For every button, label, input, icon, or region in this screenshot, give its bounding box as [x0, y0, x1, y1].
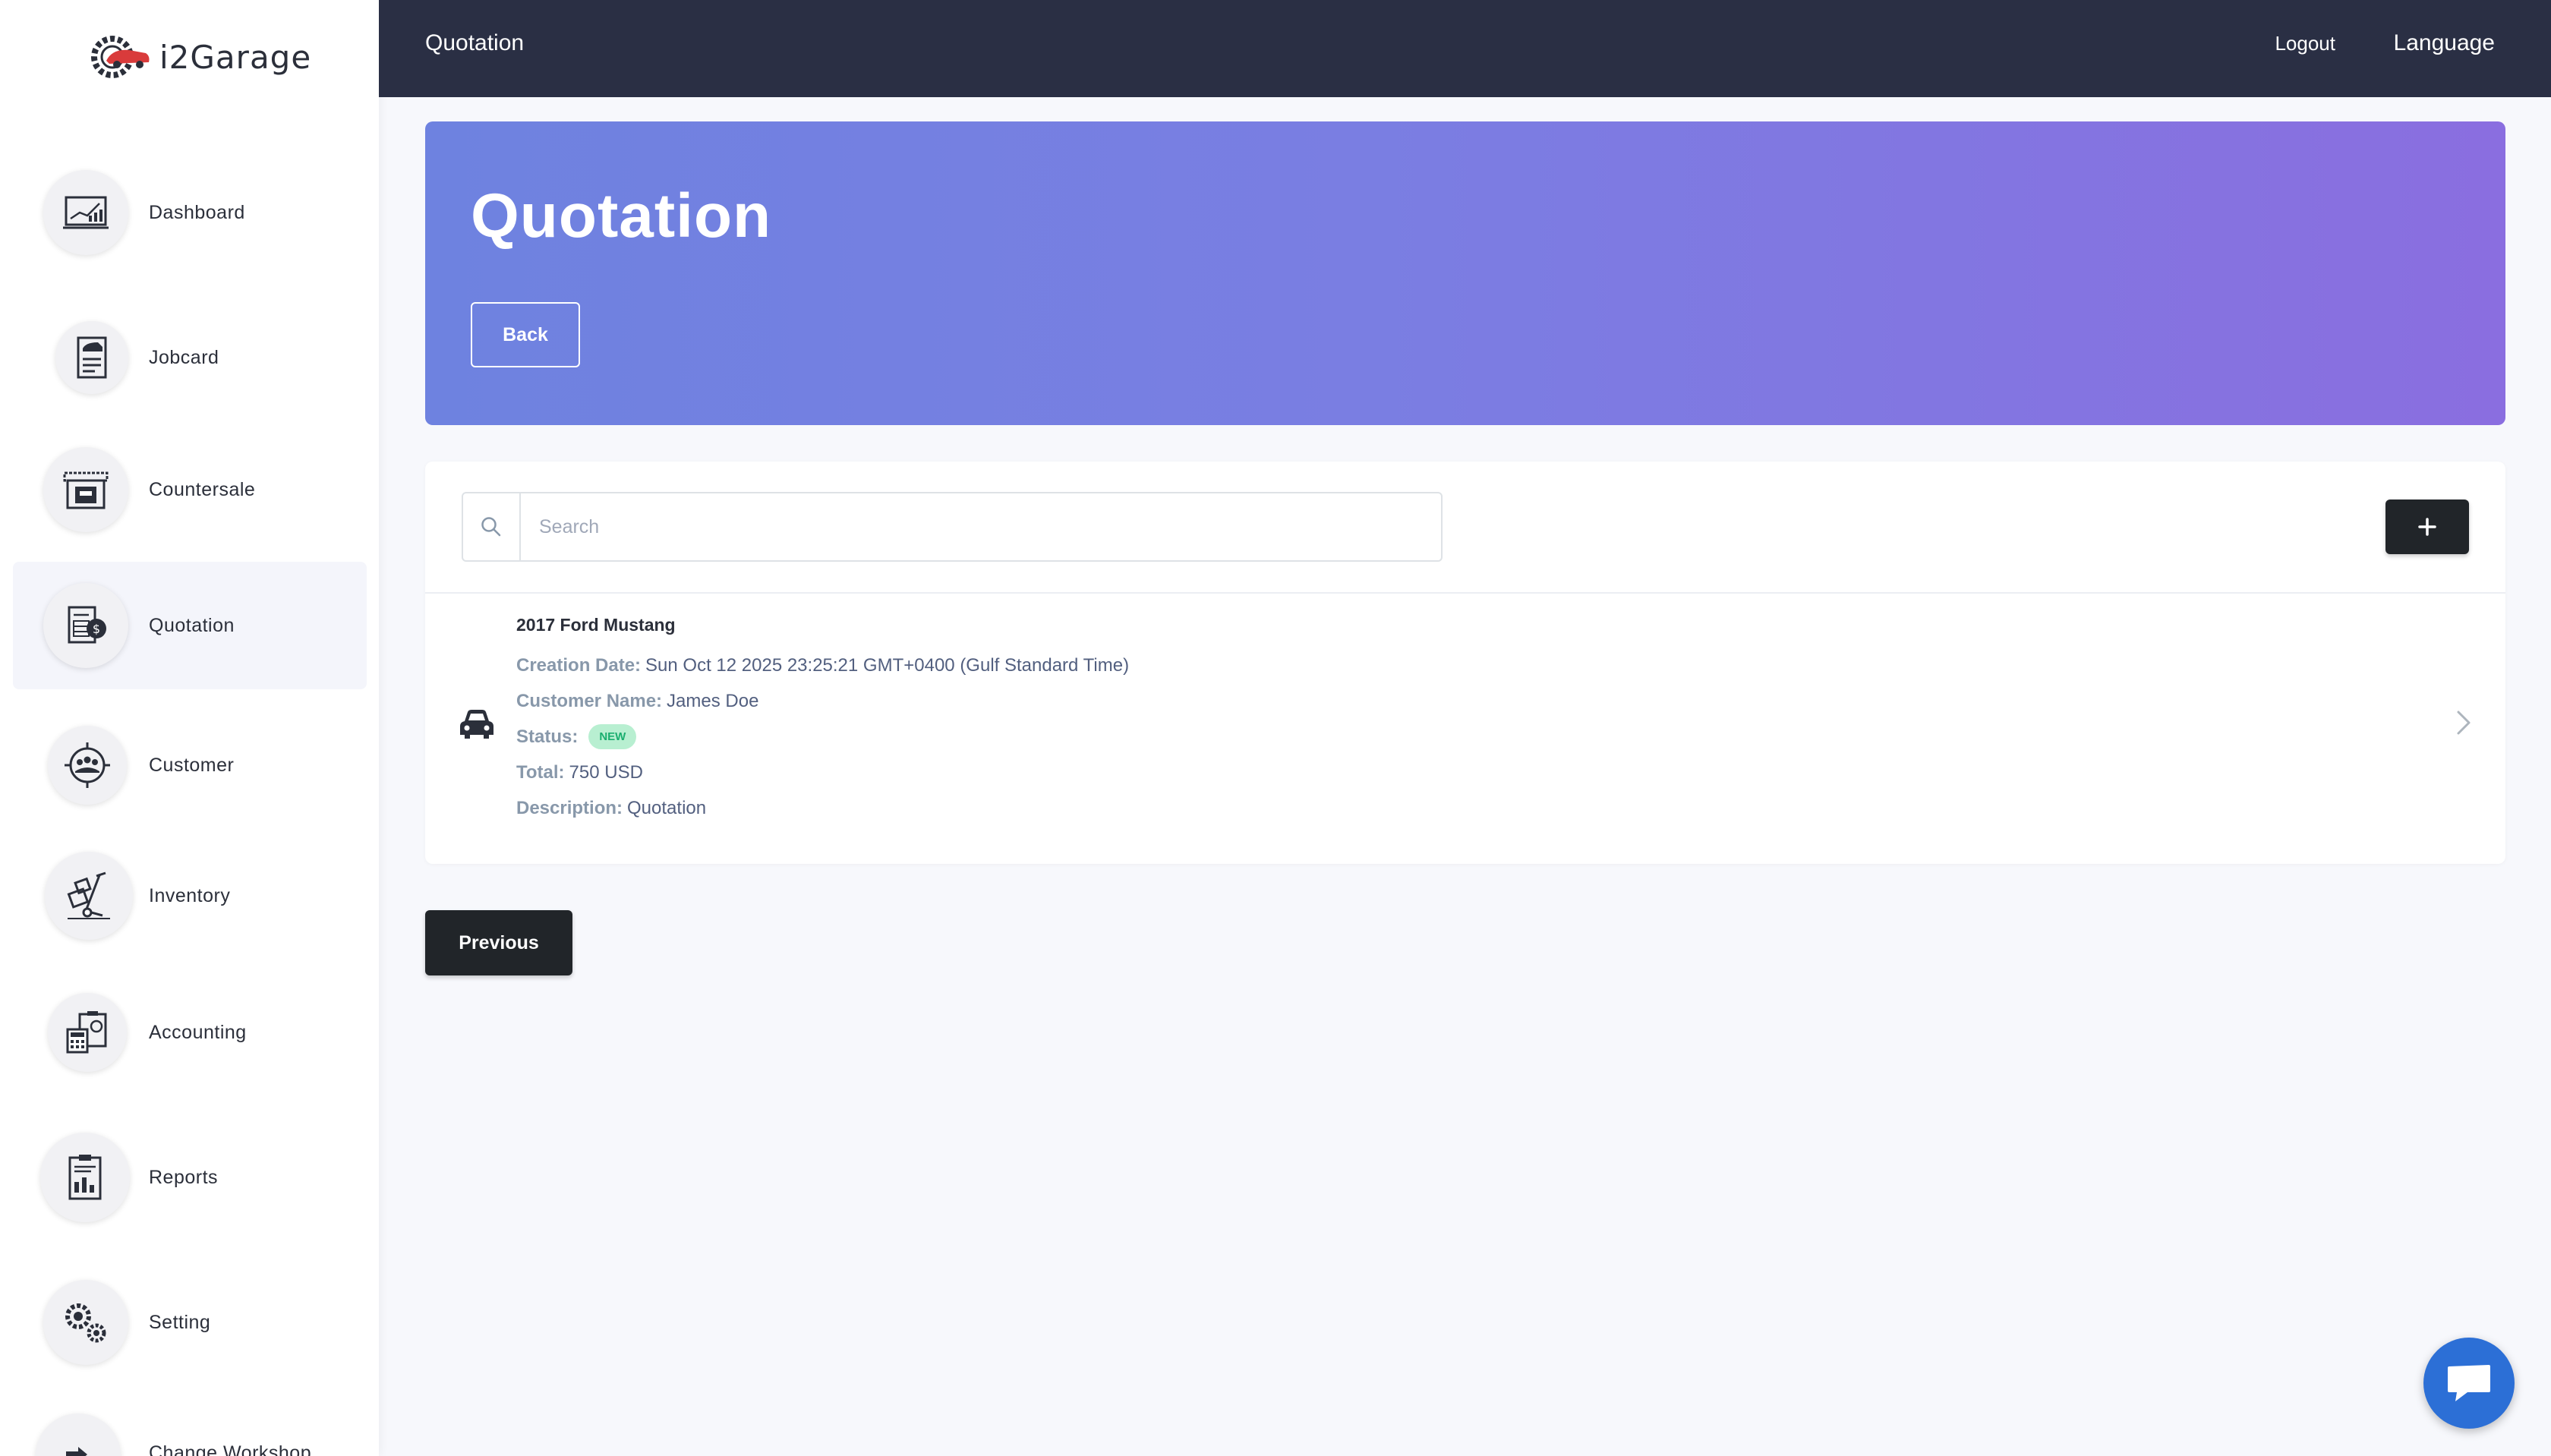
- customer-name-row: Customer Name: James Doe: [516, 683, 1129, 719]
- plus-icon: [2418, 518, 2436, 536]
- brand-name: i2Garage: [159, 38, 312, 76]
- change-workshop-icon: [36, 1413, 121, 1456]
- sidebar-item-label: Dashboard: [149, 201, 245, 223]
- sidebar-item-change-workshop[interactable]: Change Workshop: [13, 1392, 367, 1456]
- sidebar-item-setting[interactable]: Setting: [13, 1259, 367, 1386]
- description-label: Description:: [516, 797, 623, 818]
- chat-bubble-icon: [2448, 1365, 2490, 1401]
- jobcard-icon: [55, 321, 128, 394]
- quotation-list-card: 2017 Ford Mustang Creation Date: Sun Oct…: [425, 462, 2505, 864]
- back-button[interactable]: Back: [471, 302, 580, 367]
- sidebar-item-dashboard[interactable]: Dashboard: [13, 149, 367, 276]
- brand[interactable]: i2Garage: [90, 30, 311, 84]
- search-box: [462, 492, 1443, 562]
- quotation-details: 2017 Ford Mustang Creation Date: Sun Oct…: [516, 615, 1129, 826]
- status-badge: NEW: [588, 724, 637, 749]
- creation-date-row: Creation Date: Sun Oct 12 2025 23:25:21 …: [516, 648, 1129, 683]
- page-header-banner: Quotation Back: [425, 121, 2505, 425]
- total-row: Total: 750 USD: [516, 755, 1129, 790]
- description-value: Quotation: [627, 797, 707, 818]
- logout-link[interactable]: Logout: [2275, 32, 2335, 55]
- quotation-vehicle-title: 2017 Ford Mustang: [516, 615, 676, 635]
- sidebar-item-label: Reports: [149, 1166, 219, 1188]
- sidebar-item-label: Customer: [149, 754, 235, 776]
- creation-date-label: Creation Date:: [516, 654, 642, 676]
- previous-page-button[interactable]: Previous: [425, 910, 572, 975]
- search-input[interactable]: [521, 493, 1441, 560]
- sidebar-item-customer[interactable]: Customer: [13, 701, 367, 829]
- hand-truck-icon: [45, 852, 133, 940]
- shop-counter-icon: [43, 447, 128, 532]
- i2garage-logo-icon: [91, 36, 150, 78]
- svg-text:$: $: [93, 622, 100, 636]
- sidebar-item-inventory[interactable]: Inventory: [13, 832, 367, 960]
- sidebar: i2Garage Dashboard Jobcard Countersale $…: [0, 0, 379, 1456]
- page-title: Quotation: [471, 181, 772, 251]
- sidebar-item-accounting[interactable]: Accounting: [13, 969, 367, 1096]
- chat-widget-button[interactable]: [2423, 1338, 2515, 1429]
- sidebar-item-label: Inventory: [149, 884, 231, 906]
- sidebar-item-quotation[interactable]: $ Quotation: [13, 562, 367, 689]
- dashboard-chart-icon: [43, 170, 128, 255]
- chevron-right-icon: [2457, 711, 2471, 735]
- customer-name-label: Customer Name:: [516, 690, 663, 711]
- quotation-document-icon: $: [43, 583, 128, 668]
- gears-icon: [43, 1280, 128, 1365]
- sidebar-item-reports[interactable]: Reports: [13, 1114, 367, 1241]
- language-selector[interactable]: Language: [2394, 30, 2495, 56]
- sidebar-item-label: Jobcard: [149, 346, 219, 368]
- top-navbar: Quotation Logout Language: [379, 0, 2551, 97]
- sidebar-item-label: Accounting: [149, 1021, 247, 1043]
- status-row: Status: NEW: [516, 719, 1129, 755]
- creation-date-value: Sun Oct 12 2025 23:25:21 GMT+0400 (Gulf …: [645, 654, 1130, 676]
- customer-group-icon: [48, 726, 127, 805]
- quotation-list-item[interactable]: 2017 Ford Mustang Creation Date: Sun Oct…: [425, 594, 2505, 862]
- sidebar-item-countersale[interactable]: Countersale: [13, 426, 367, 553]
- total-label: Total:: [516, 761, 565, 783]
- sidebar-item-label: Countersale: [149, 478, 256, 500]
- sidebar-item-label: Setting: [149, 1311, 211, 1333]
- calculator-clipboard-icon: [48, 993, 127, 1072]
- status-label: Status:: [516, 726, 579, 747]
- sidebar-item-label: Change Workshop: [149, 1442, 312, 1456]
- sidebar-item-label: Quotation: [149, 614, 235, 636]
- description-row: Description: Quotation: [516, 790, 1129, 826]
- page-breadcrumb-title: Quotation: [425, 30, 525, 55]
- sidebar-item-jobcard[interactable]: Jobcard: [13, 294, 367, 421]
- search-icon: [463, 493, 521, 560]
- customer-name-value: James Doe: [667, 690, 759, 711]
- car-icon: [460, 710, 493, 739]
- report-clipboard-icon: [40, 1133, 130, 1222]
- total-value: 750 USD: [569, 761, 643, 783]
- add-quotation-button[interactable]: [2385, 500, 2469, 554]
